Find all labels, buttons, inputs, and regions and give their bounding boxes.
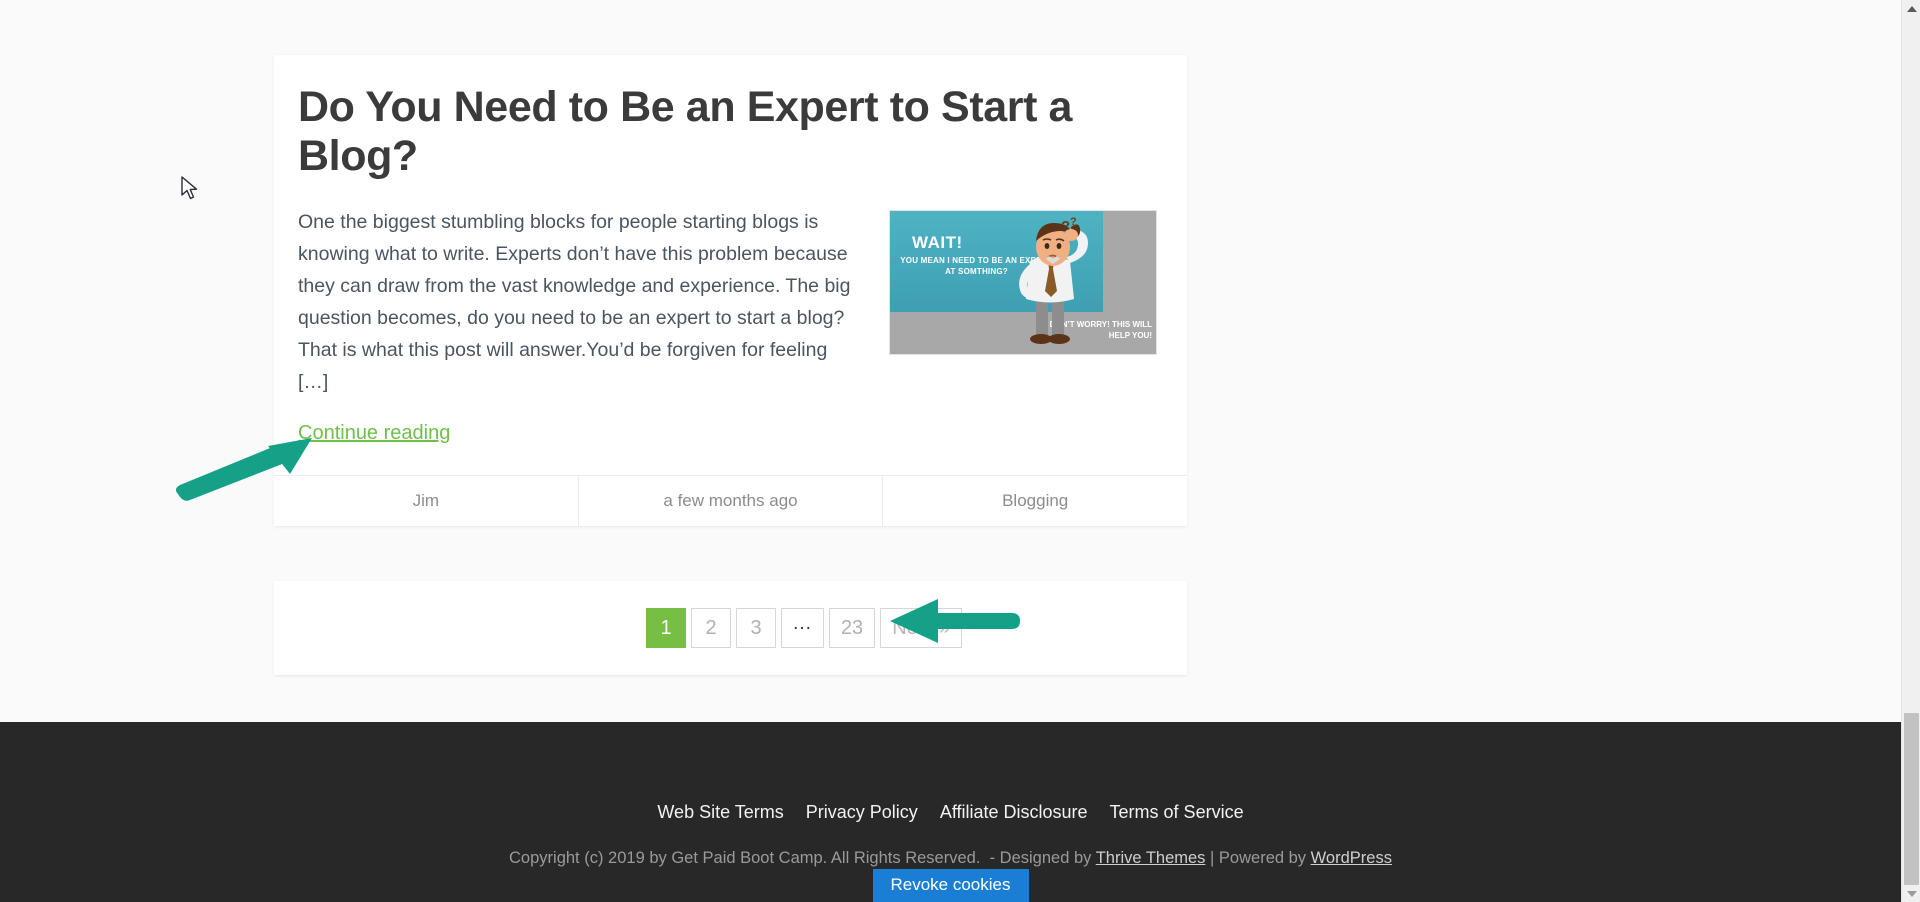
footer-link-privacy-policy[interactable]: Privacy Policy bbox=[806, 802, 918, 823]
confused-man-illustration: ? ? bbox=[1019, 216, 1088, 345]
pagination-page-2[interactable]: 2 bbox=[691, 608, 732, 648]
designed-by-label: Designed by bbox=[999, 849, 1092, 867]
page-scroll-container: Do You Need to Be an Expert to Start a B… bbox=[0, 0, 1901, 902]
post-title: Do You Need to Be an Expert to Start a B… bbox=[298, 83, 1073, 180]
continue-reading-link[interactable]: Continue reading bbox=[298, 422, 450, 445]
post-body: One the biggest stumbling blocks for peo… bbox=[298, 206, 1163, 445]
pagination-card: 1 2 3 ... 23 Next » bbox=[274, 581, 1187, 675]
vertical-scrollbar[interactable] bbox=[1901, 0, 1920, 902]
post-meta-row: Jim a few months ago Blogging bbox=[274, 475, 1187, 526]
copyright-text: Copyright (c) 2019 by Get Paid Boot Camp… bbox=[509, 849, 981, 867]
site-footer: Web Site Terms Privacy Policy Affiliate … bbox=[0, 722, 1901, 902]
pagination-page-3[interactable]: 3 bbox=[736, 608, 777, 648]
post-content: Do You Need to Be an Expert to Start a B… bbox=[274, 55, 1187, 445]
footer-link-affiliate-disclosure[interactable]: Affiliate Disclosure bbox=[940, 802, 1088, 823]
footer-pipe-separator: | bbox=[1210, 849, 1215, 867]
copyright-separator: - bbox=[989, 849, 996, 867]
powered-by-label: Powered by bbox=[1218, 849, 1307, 867]
post-meta-author[interactable]: Jim bbox=[274, 476, 579, 526]
post-meta-category[interactable]: Blogging bbox=[883, 476, 1187, 526]
scroll-down-arrow-icon[interactable] bbox=[1902, 885, 1920, 902]
pagination-ellipsis: ... bbox=[781, 608, 824, 648]
post-excerpt: One the biggest stumbling blocks for peo… bbox=[298, 211, 851, 394]
post-thumbnail-image[interactable]: WAIT! YOU MEAN I NEED TO BE AN EXPERT AT… bbox=[889, 210, 1157, 356]
scroll-up-arrow-icon[interactable] bbox=[1902, 0, 1920, 17]
footer-link-terms-of-service[interactable]: Terms of Service bbox=[1110, 802, 1244, 823]
footer-link-thrive-themes[interactable]: Thrive Themes bbox=[1096, 849, 1206, 867]
revoke-cookies-button[interactable]: Revoke cookies bbox=[872, 869, 1029, 902]
pagination-next-button[interactable]: Next » bbox=[880, 608, 962, 648]
footer-navigation: Web Site Terms Privacy Policy Affiliate … bbox=[0, 722, 1901, 823]
footer-link-web-site-terms[interactable]: Web Site Terms bbox=[657, 802, 783, 823]
footer-link-wordpress[interactable]: WordPress bbox=[1311, 849, 1392, 867]
post-meta-date: a few months ago bbox=[579, 476, 884, 526]
pagination-page-23[interactable]: 23 bbox=[828, 608, 876, 648]
scrollbar-thumb[interactable] bbox=[1904, 713, 1919, 885]
footer-copyright: Copyright (c) 2019 by Get Paid Boot Camp… bbox=[0, 849, 1901, 868]
pagination-page-1[interactable]: 1 bbox=[646, 608, 687, 648]
post-card: Do You Need to Be an Expert to Start a B… bbox=[274, 55, 1187, 526]
